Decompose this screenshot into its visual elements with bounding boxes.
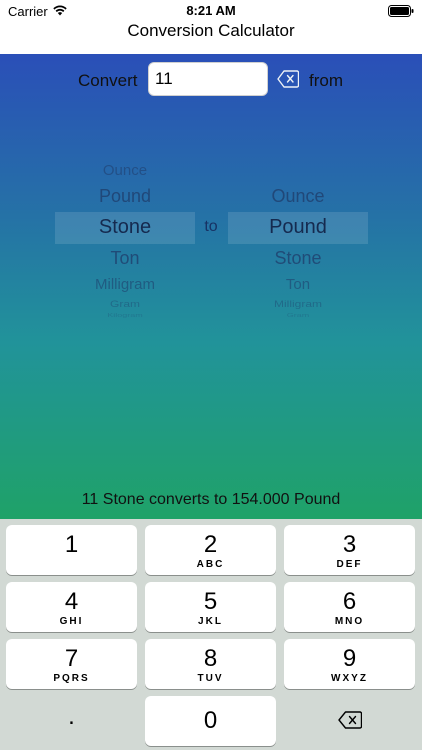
picker-item[interactable]: Ton bbox=[55, 248, 195, 269]
convert-label: Convert bbox=[78, 71, 138, 90]
picker-item[interactable]: Ounce bbox=[55, 162, 195, 179]
key-number: 0 bbox=[203, 707, 218, 734]
key-letters: GHI bbox=[59, 616, 84, 627]
key-0[interactable]: 0 bbox=[145, 696, 276, 746]
picker-item-selected[interactable]: Stone bbox=[55, 216, 195, 239]
key-5[interactable]: 5 JKL bbox=[145, 582, 276, 632]
picker-item-selected[interactable]: Pound bbox=[228, 216, 368, 239]
key-number: . bbox=[68, 703, 75, 730]
picker-item[interactable]: Milligram bbox=[55, 276, 195, 293]
key-1[interactable]: 1 bbox=[6, 525, 137, 575]
key-number: 6 bbox=[342, 588, 357, 615]
battery-icon bbox=[388, 5, 414, 17]
picker-item[interactable]: Gram bbox=[55, 298, 195, 309]
key-number: 8 bbox=[203, 645, 218, 672]
value-input[interactable] bbox=[148, 62, 268, 96]
status-time: 8:21 AM bbox=[186, 3, 236, 18]
converter-panel: Convert from Ounce Pound Stone Ton Milli… bbox=[0, 54, 422, 519]
key-letters: TUV bbox=[197, 673, 224, 684]
key-number: 9 bbox=[342, 645, 357, 672]
key-3[interactable]: 3 DEF bbox=[284, 525, 415, 575]
clear-input-icon[interactable] bbox=[277, 70, 299, 88]
status-bar: Carrier 8:21 AM bbox=[0, 0, 422, 22]
picker-item[interactable]: Ounce bbox=[228, 186, 368, 207]
picker-item[interactable]: Ton bbox=[228, 276, 368, 293]
key-letters: MNO bbox=[334, 616, 365, 627]
picker-item[interactable]: Milligram bbox=[228, 298, 368, 309]
to-unit-picker[interactable]: Ounce Pound Stone Ton Milligram Gram bbox=[228, 158, 368, 318]
picker-item[interactable]: Stone bbox=[228, 248, 368, 269]
page-title: Conversion Calculator bbox=[127, 21, 295, 40]
picker-item[interactable]: Pound bbox=[55, 186, 195, 207]
key-number: 1 bbox=[64, 531, 79, 558]
picker-item[interactable]: Gram bbox=[228, 312, 368, 318]
key-letters: JKL bbox=[198, 616, 223, 627]
key-decimal[interactable]: . bbox=[6, 696, 137, 746]
key-7[interactable]: 7 PQRS bbox=[6, 639, 137, 689]
number-keypad: 1 2 ABC 3 DEF 4 GHI 5 JKL 6 MNO 7 PQRS 8… bbox=[0, 519, 422, 750]
key-number: 4 bbox=[64, 588, 79, 615]
key-6[interactable]: 6 MNO bbox=[284, 582, 415, 632]
key-letters: DEF bbox=[336, 559, 363, 570]
key-letters: ABC bbox=[196, 559, 225, 570]
key-letters: PQRS bbox=[53, 673, 90, 684]
to-label: to bbox=[204, 218, 218, 235]
key-number: 5 bbox=[203, 588, 218, 615]
convert-row: Convert from bbox=[0, 62, 422, 98]
key-number: 7 bbox=[64, 645, 79, 672]
from-label: from bbox=[309, 71, 343, 90]
from-unit-picker[interactable]: Ounce Pound Stone Ton Milligram Gram Kil… bbox=[55, 158, 195, 318]
key-4[interactable]: 4 GHI bbox=[6, 582, 137, 632]
picker-item[interactable]: Kilogram bbox=[55, 312, 195, 318]
key-2[interactable]: 2 ABC bbox=[145, 525, 276, 575]
key-letters: WXYZ bbox=[331, 673, 368, 684]
delete-left-icon bbox=[338, 711, 362, 729]
key-number: 3 bbox=[342, 531, 357, 558]
backspace-key[interactable] bbox=[284, 696, 415, 746]
conversion-result: 11 Stone converts to 154.000 Pound bbox=[81, 491, 341, 508]
key-number: 2 bbox=[203, 531, 218, 558]
key-9[interactable]: 9 WXYZ bbox=[284, 639, 415, 689]
key-8[interactable]: 8 TUV bbox=[145, 639, 276, 689]
